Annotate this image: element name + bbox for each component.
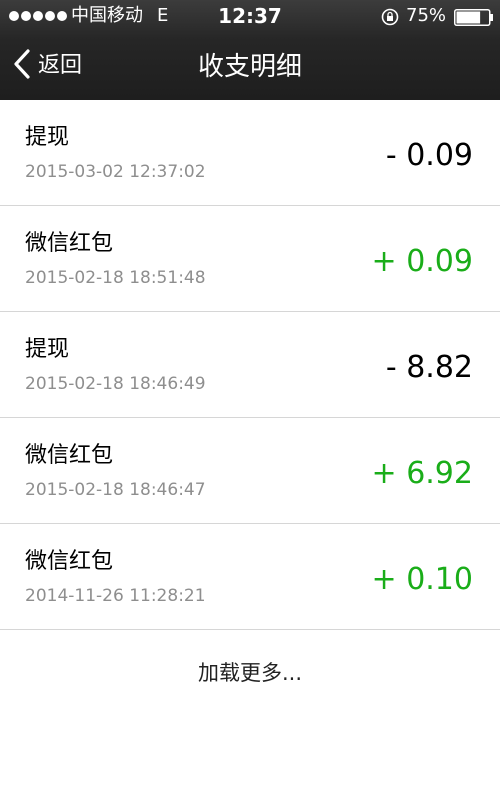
status-bar: 中国移动 E 12:37 75% xyxy=(0,0,500,32)
transaction-amount: - 0.09 xyxy=(385,138,473,173)
transaction-row[interactable]: 微信红包 2015-02-18 18:46:47 + 6.92 xyxy=(0,418,500,524)
transaction-title: 微信红包 xyxy=(25,549,114,574)
transaction-row[interactable]: 提现 2015-02-18 18:46:49 - 8.82 xyxy=(0,312,500,418)
transaction-date: 2015-02-18 18:46:47 xyxy=(25,480,206,500)
transaction-amount: + 0.10 xyxy=(371,562,473,597)
battery-percent: 75% xyxy=(406,5,447,26)
transaction-date: 2015-02-18 18:51:48 xyxy=(25,268,206,288)
load-more-button[interactable]: 加载更多... xyxy=(0,658,500,688)
transaction-title: 微信红包 xyxy=(25,231,114,256)
transaction-row[interactable]: 提现 2015-03-02 12:37:02 - 0.09 xyxy=(0,100,500,206)
transaction-title: 提现 xyxy=(25,337,70,362)
transaction-row[interactable]: 微信红包 2015-02-18 18:51:48 + 0.09 xyxy=(0,206,500,312)
transaction-title: 微信红包 xyxy=(25,443,114,468)
transaction-title: 提现 xyxy=(25,125,70,150)
transaction-list: 提现 2015-03-02 12:37:02 - 0.09 微信红包 2015-… xyxy=(0,100,500,630)
transaction-amount: + 0.09 xyxy=(371,244,473,279)
transaction-amount: - 8.82 xyxy=(385,350,473,385)
page-title: 收支明细 xyxy=(197,52,302,82)
nav-bar: 返回 收支明细 xyxy=(0,32,500,100)
transaction-amount: + 6.92 xyxy=(371,456,473,491)
transaction-date: 2015-03-02 12:37:02 xyxy=(25,162,206,182)
rotation-lock-icon xyxy=(381,8,399,26)
header: 中国移动 E 12:37 75% 返回 收支明细 xyxy=(0,0,500,100)
transaction-date: 2014-11-26 11:28:21 xyxy=(25,586,206,606)
transaction-date: 2015-02-18 18:46:49 xyxy=(25,374,206,394)
transaction-row[interactable]: 微信红包 2014-11-26 11:28:21 + 0.10 xyxy=(0,524,500,630)
battery-icon xyxy=(454,9,494,26)
